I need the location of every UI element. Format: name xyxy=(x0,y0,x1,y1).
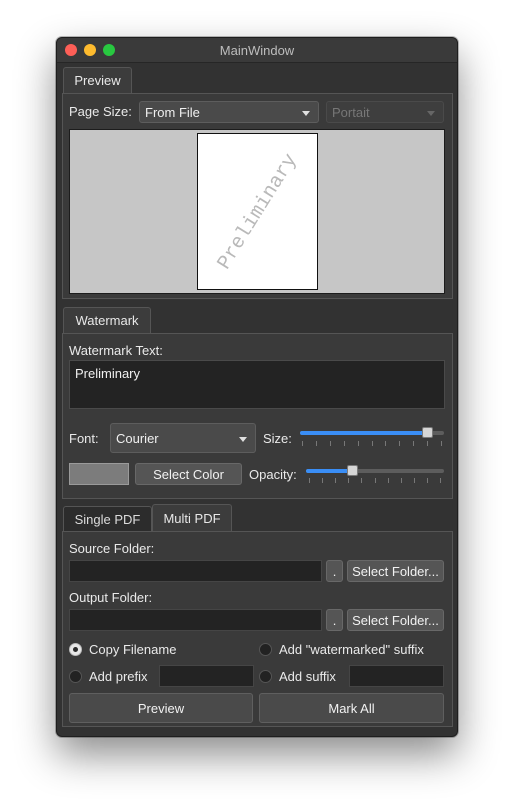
source-folder-label: Source Folder: xyxy=(69,541,155,556)
tab-multi-pdf[interactable]: Multi PDF xyxy=(152,504,232,533)
add-prefix-radio[interactable] xyxy=(69,670,82,683)
suffix-input[interactable] xyxy=(349,665,444,687)
orientation-value: Portait xyxy=(332,105,370,120)
window-title: MainWindow xyxy=(219,43,295,58)
slider-tick xyxy=(335,478,336,483)
watermarked-suffix-radio[interactable] xyxy=(259,643,272,656)
slider-tick xyxy=(316,441,317,446)
chevron-down-icon xyxy=(239,437,247,442)
slider-tick xyxy=(330,441,331,446)
slider-tick xyxy=(427,478,428,483)
output-folder-dot-button[interactable]: . xyxy=(326,609,343,631)
opacity-slider-ticks xyxy=(309,478,441,484)
watermarked-suffix-label: Add "watermarked" suffix xyxy=(279,642,424,657)
mark-all-button[interactable]: Mark All xyxy=(259,693,444,723)
copy-filename-label: Copy Filename xyxy=(89,642,177,657)
slider-tick xyxy=(385,441,386,446)
slider-tick xyxy=(348,478,349,483)
slider-tick xyxy=(401,478,402,483)
font-value: Courier xyxy=(116,431,159,446)
size-slider-fill xyxy=(300,431,427,435)
slider-tick xyxy=(361,478,362,483)
output-select-folder-button[interactable]: Select Folder... xyxy=(347,609,444,631)
tab-single-pdf[interactable]: Single PDF xyxy=(63,506,152,533)
multi-pdf-panel: Source Folder: . Select Folder... Output… xyxy=(62,531,453,727)
slider-tick xyxy=(372,441,373,446)
opacity-slider[interactable] xyxy=(306,465,444,476)
opacity-slider-fill xyxy=(306,469,352,473)
opacity-label: Opacity: xyxy=(249,467,297,482)
slider-tick xyxy=(375,478,376,483)
slider-tick xyxy=(440,478,441,483)
slider-tick xyxy=(413,441,414,446)
slider-tick xyxy=(322,478,323,483)
slider-tick xyxy=(427,441,428,446)
preview-panel: Page Size: From File Portait Preliminary xyxy=(62,93,453,299)
copy-filename-radio[interactable] xyxy=(69,643,82,656)
add-prefix-label: Add prefix xyxy=(89,669,148,684)
page-preview-area: Preliminary xyxy=(69,129,445,294)
watermark-text-label: Watermark Text: xyxy=(69,343,163,358)
add-suffix-radio[interactable] xyxy=(259,670,272,683)
font-dropdown[interactable]: Courier xyxy=(110,423,256,453)
source-folder-input[interactable] xyxy=(69,560,322,582)
slider-tick xyxy=(399,441,400,446)
watermark-text-input[interactable]: Preliminary xyxy=(69,360,445,409)
font-label: Font: xyxy=(69,431,99,446)
page-thumbnail: Preliminary xyxy=(197,133,318,290)
source-folder-dot-button[interactable]: . xyxy=(326,560,343,582)
add-suffix-label: Add suffix xyxy=(279,669,336,684)
slider-tick xyxy=(358,441,359,446)
prefix-input[interactable] xyxy=(159,665,254,687)
size-slider-handle[interactable] xyxy=(422,427,433,438)
watermark-panel: Watermark Text: Preliminary Font: Courie… xyxy=(62,333,453,499)
title-bar: MainWindow xyxy=(57,38,457,63)
preview-button[interactable]: Preview xyxy=(69,693,253,723)
size-slider[interactable] xyxy=(300,427,444,438)
slider-tick xyxy=(302,441,303,446)
orientation-dropdown[interactable]: Portait xyxy=(326,101,444,123)
chevron-down-icon xyxy=(427,111,435,116)
slider-tick xyxy=(414,478,415,483)
slider-tick xyxy=(388,478,389,483)
select-color-button[interactable]: Select Color xyxy=(135,463,242,485)
tab-preview[interactable]: Preview xyxy=(63,67,132,94)
output-folder-input[interactable] xyxy=(69,609,322,631)
page-size-label: Page Size: xyxy=(69,104,132,119)
tab-watermark[interactable]: Watermark xyxy=(63,307,151,334)
watermark-color-swatch xyxy=(69,463,129,485)
size-slider-ticks xyxy=(302,441,442,447)
source-select-folder-button[interactable]: Select Folder... xyxy=(347,560,444,582)
output-folder-label: Output Folder: xyxy=(69,590,153,605)
chevron-down-icon xyxy=(302,111,310,116)
watermark-preview-text: Preliminary xyxy=(212,149,303,274)
page-size-value: From File xyxy=(145,105,200,120)
slider-tick xyxy=(344,441,345,446)
size-label: Size: xyxy=(263,431,292,446)
slider-tick xyxy=(441,441,442,446)
page-size-dropdown[interactable]: From File xyxy=(139,101,319,123)
opacity-slider-handle[interactable] xyxy=(347,465,358,476)
main-window: MainWindow Preview Page Size: From File … xyxy=(56,37,458,737)
slider-tick xyxy=(309,478,310,483)
